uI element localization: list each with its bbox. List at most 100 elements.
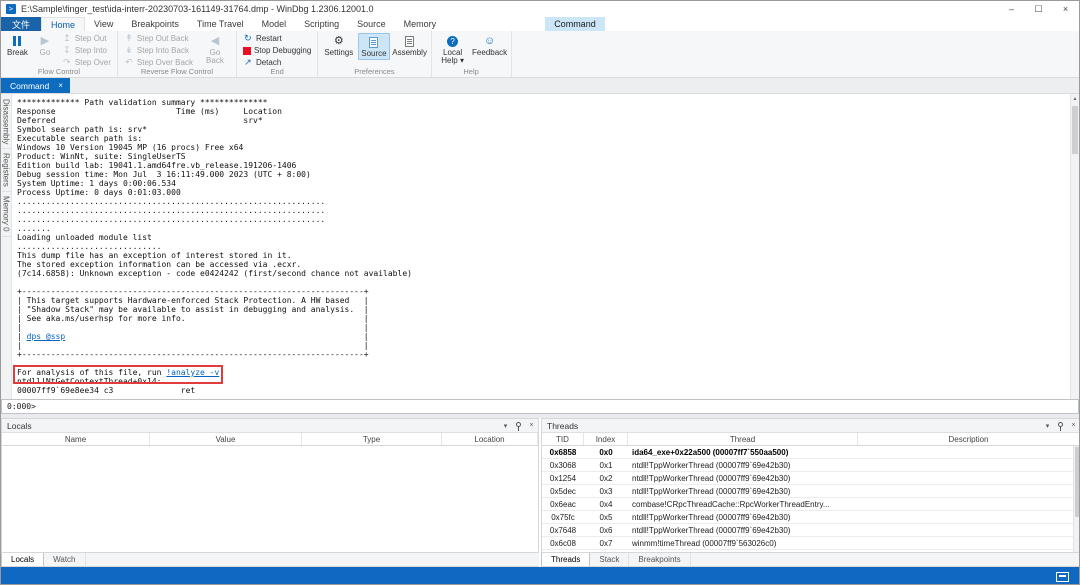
locals-close-icon[interactable]: ×	[525, 422, 538, 429]
command-output-line: | "Shadow Stack" may be available to ass…	[17, 305, 1070, 314]
dock-strip: DisassemblyRegistersMemory 0	[1, 94, 12, 399]
locals-pin-icon[interactable]	[512, 422, 525, 429]
thread-entry: winmm!timeThread (00007ff9`563026c0)	[628, 539, 858, 548]
threads-column-description[interactable]: Description	[858, 433, 1080, 445]
command-output-line: Response Time (ms) Location	[17, 107, 1070, 116]
assembly-mode-button[interactable]: Assembly	[393, 33, 427, 58]
locals-column-name[interactable]: Name	[2, 433, 150, 445]
command-link[interactable]: !analyze -v	[166, 368, 219, 377]
go-back-label: Go Back	[200, 49, 230, 65]
thread-entry: combase!CRpcThreadCache::RpcWorkerThread…	[628, 500, 858, 509]
threads-dropdown-icon[interactable]: ▾	[1041, 422, 1054, 430]
feedback-icon: ☺	[484, 34, 495, 48]
command-output-line: | This target supports Hardware-enforced…	[17, 296, 1070, 305]
ribbon-tab-breakpoints[interactable]: Breakpoints	[122, 17, 188, 31]
threads-column-tid[interactable]: TID	[542, 433, 584, 445]
threads-scrollbar-thumb[interactable]	[1075, 447, 1079, 517]
source-mode-button[interactable]: Source	[358, 33, 389, 60]
thread-row[interactable]: 0x30680x1ntdll!TppWorkerThread (00007ff9…	[542, 459, 1080, 472]
threads-scrollbar[interactable]	[1073, 446, 1080, 552]
ribbon-tab-time-travel[interactable]: Time Travel	[188, 17, 253, 31]
close-button[interactable]: ×	[1052, 1, 1079, 17]
thread-row[interactable]: 0x6c080x7winmm!timeThread (00007ff9`5630…	[542, 537, 1080, 550]
command-tab-close-icon[interactable]: ×	[58, 81, 63, 90]
command-output-line: +---------------------------------------…	[17, 350, 1070, 359]
ribbon-tab-source[interactable]: Source	[348, 17, 395, 31]
thread-row[interactable]: 0x68580x0ida64_exe+0x22a500 (00007ff7`55…	[542, 446, 1080, 459]
thread-row[interactable]: 0x80400x8ntdll!TppWorkerThread (00007ff9…	[542, 550, 1080, 552]
thread-row[interactable]: 0x75fc0x5ntdll!TppWorkerThread (00007ff9…	[542, 511, 1080, 524]
command-output-line: | See aka.ms/userhsp for more info. |	[17, 314, 1070, 323]
go-label: Go	[40, 49, 51, 57]
step-out-button[interactable]: ↥ Step Out	[60, 33, 113, 44]
scroll-up-icon[interactable]: ▲	[1071, 94, 1079, 104]
feedback-button[interactable]: ☺ Feedback	[473, 33, 507, 58]
threads-pin-icon[interactable]	[1054, 422, 1067, 429]
local-help-button[interactable]: ? Local Help ▾	[436, 33, 470, 66]
ribbon-group-help: ? Local Help ▾ ☺ Feedback Help	[432, 31, 512, 77]
command-output-line: .......	[17, 224, 1070, 233]
threads-tab-threads[interactable]: Threads	[541, 553, 590, 566]
command-output-line	[17, 359, 1070, 368]
thread-row[interactable]: 0x6eac0x4combase!CRpcThreadCache::RpcWor…	[542, 498, 1080, 511]
command-window-tab[interactable]: Command ×	[1, 78, 70, 93]
minimize-button[interactable]: –	[998, 1, 1025, 17]
ribbon-tab-view[interactable]: View	[85, 17, 122, 31]
ribbon-tab-file[interactable]: 文件	[1, 17, 41, 31]
step-into-button[interactable]: ↧ Step Into	[60, 45, 113, 56]
thread-row[interactable]: 0x5dec0x3ntdll!TppWorkerThread (00007ff9…	[542, 485, 1080, 498]
threads-column-index[interactable]: Index	[584, 433, 628, 445]
command-output-line: ntdll!NtGetContextThread+0x14:	[17, 377, 1070, 386]
ribbon-tab-model[interactable]: Model	[253, 17, 296, 31]
stop-debugging-button[interactable]: Stop Debugging	[241, 45, 313, 56]
locals-tab-watch[interactable]: Watch	[44, 553, 85, 566]
threads-column-thread[interactable]: Thread	[628, 433, 858, 445]
command-output-line: | dps @ssp |	[17, 332, 1070, 341]
command-output[interactable]: ************* Path validation summary **…	[12, 94, 1070, 399]
go-back-button[interactable]: ◀ Go Back	[198, 33, 232, 66]
group-label-flow-control: Flow Control	[1, 67, 117, 76]
locals-column-value[interactable]: Value	[150, 433, 302, 445]
break-button[interactable]: Break	[5, 33, 30, 58]
console-scrollbar[interactable]: ▲	[1070, 94, 1079, 399]
ribbon-tab-memory[interactable]: Memory	[395, 17, 446, 31]
thread-row[interactable]: 0x12540x2ntdll!TppWorkerThread (00007ff9…	[542, 472, 1080, 485]
threads-tab-breakpoints[interactable]: Breakpoints	[629, 553, 690, 566]
locals-body	[2, 446, 538, 552]
dock-tab-disassembly[interactable]: Disassembly	[2, 95, 11, 149]
ribbon-tab-scripting[interactable]: Scripting	[295, 17, 348, 31]
threads-columns: TIDIndexThreadDescription	[542, 433, 1080, 446]
thread-row[interactable]: 0x76480x6ntdll!TppWorkerThread (00007ff9…	[542, 524, 1080, 537]
step-out-back-button[interactable]: ↟ Step Out Back	[122, 33, 195, 44]
ribbon-tab-row: 文件HomeViewBreakpointsTime TravelModelScr…	[1, 17, 1079, 31]
locals-tab-locals[interactable]: Locals	[1, 553, 44, 566]
layout-indicator-icon[interactable]	[1056, 572, 1069, 582]
dock-tab-memory-0[interactable]: Memory 0	[2, 192, 11, 237]
locals-panel-header: Locals ▾ ×	[2, 419, 538, 433]
command-input[interactable]	[39, 400, 1078, 413]
maximize-button[interactable]: ☐	[1025, 1, 1052, 17]
group-label-help: Help	[432, 67, 511, 76]
locals-dropdown-icon[interactable]: ▾	[499, 422, 512, 430]
ribbon-tab-home[interactable]: Home	[41, 17, 85, 31]
locals-column-type[interactable]: Type	[302, 433, 442, 445]
thread-index: 0x7	[584, 539, 628, 548]
threads-tab-stack[interactable]: Stack	[590, 553, 629, 566]
restart-button[interactable]: ↻ Restart	[241, 33, 313, 44]
thread-entry: ntdll!TppWorkerThread (00007ff9`69e42b30…	[628, 513, 858, 522]
locals-panel-title: Locals	[7, 421, 32, 431]
ribbon-tab-command[interactable]: Command	[545, 17, 605, 31]
step-into-back-button[interactable]: ↡ Step Into Back	[122, 45, 195, 56]
command-prompt: 0:000>	[2, 402, 39, 411]
locals-column-location[interactable]: Location	[442, 433, 538, 445]
threads-close-icon[interactable]: ×	[1067, 422, 1080, 429]
thread-index: 0x5	[584, 513, 628, 522]
dock-tab-registers[interactable]: Registers	[2, 149, 11, 192]
go-button[interactable]: ▶ Go	[33, 33, 57, 58]
windbg-window: > E:\Sample\finger_test\ida-interr-20230…	[0, 0, 1080, 585]
step-into-back-icon: ↡	[124, 45, 134, 56]
command-link[interactable]: dps @ssp	[27, 332, 66, 341]
console-scrollbar-thumb[interactable]	[1072, 106, 1078, 154]
settings-button[interactable]: ⚙ Settings	[322, 33, 355, 58]
command-output-line	[17, 278, 1070, 287]
